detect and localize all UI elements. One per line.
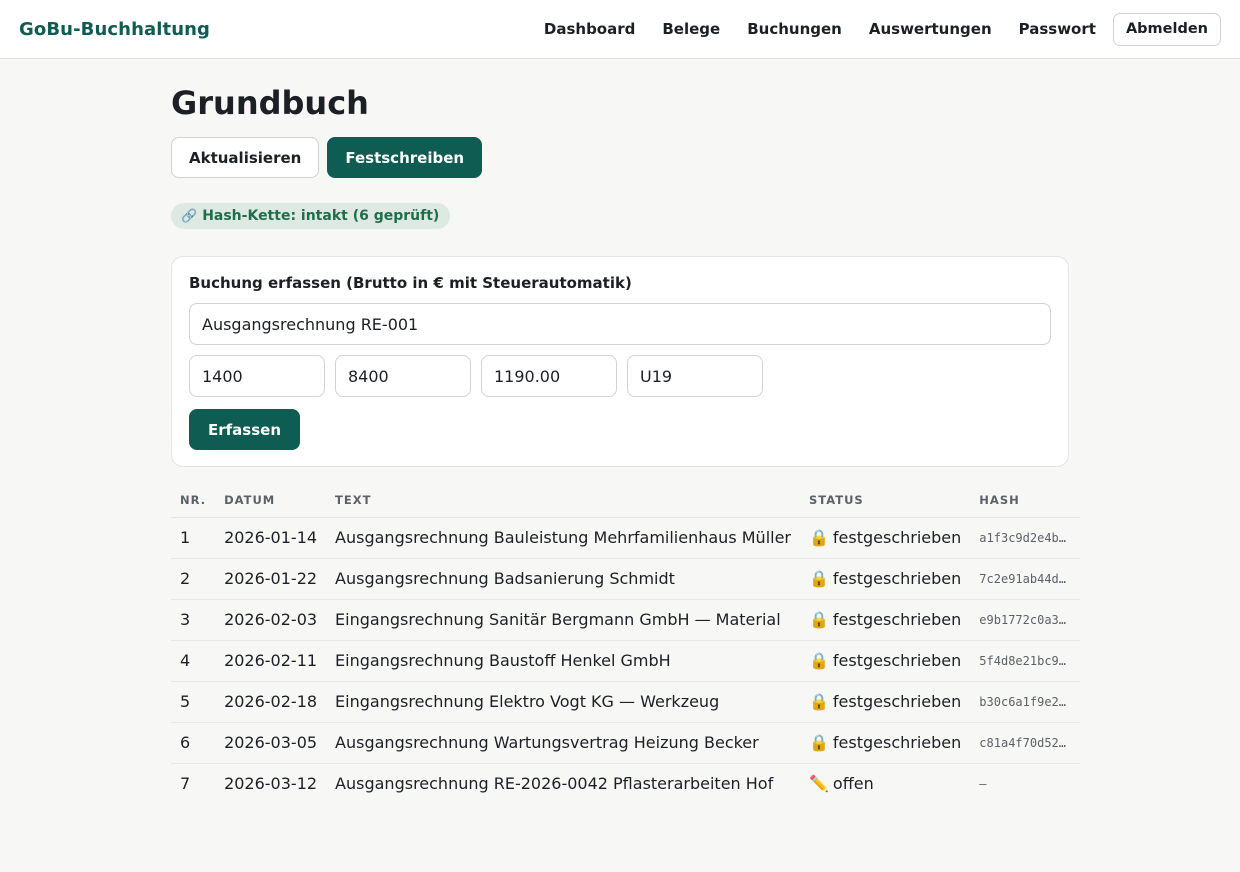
row-date: 2026-01-22 [215,558,327,600]
column-header-text: TEXT [326,484,800,518]
row-status-label: festgeschrieben [832,610,962,629]
table-header-row: NR. DATUM TEXT STATUS HASH [171,484,1081,518]
booking-form-title: Buchung erfassen (Brutto in € mit Steuer… [189,274,632,292]
column-header-datum: DATUM [215,484,327,518]
column-header-nr: NR. [171,484,216,518]
booking-fields-row [189,355,1051,397]
main-content: Grundbuch Aktualisieren Festschreiben 🔗 … [171,59,1081,804]
nav-auswertungen[interactable]: Auswertungen [869,20,992,38]
lock-icon: 🔒 [809,733,829,752]
row-status-label: festgeschrieben [832,528,962,547]
table-row[interactable]: 6 2026-03-05 Ausgangsrechnung Wartungsve… [171,722,1081,764]
row-status-label: offen [832,774,874,794]
row-nr: 6 [171,722,216,764]
lock-icon: 🔒 [809,651,829,670]
row-nr: 1 [171,517,216,559]
row-text: Eingangsrechnung Baustoff Henkel GmbH [326,640,800,682]
row-text: Ausgangsrechnung Wartungsvertrag Heizung… [326,722,800,764]
row-status-label: festgeschrieben [832,692,962,711]
row-status-label: festgeschrieben [832,733,962,752]
commit-button[interactable]: Festschreiben [327,137,483,178]
row-nr: 3 [171,599,216,641]
row-text: Eingangsrechnung Sanitär Bergmann GmbH —… [326,599,800,641]
row-hash: 5f4d8e21bc97… [970,640,1081,682]
row-hash: c81a4f70d52e… [970,722,1081,764]
row-nr: 2 [171,558,216,600]
lock-icon: 🔒 [809,528,829,547]
row-status: 🔒 festgeschrieben [800,681,971,723]
credit-account-input[interactable] [335,355,471,397]
refresh-button[interactable]: Aktualisieren [171,137,320,178]
row-nr: 5 [171,681,216,723]
journal-table: NR. DATUM TEXT STATUS HASH 1 2026-01-14 … [171,484,1081,804]
row-status: ✏️ offen [800,763,970,804]
booking-form-card: Buchung erfassen (Brutto in € mit Steuer… [171,256,1069,467]
pencil-icon: ✏️ [809,774,829,794]
row-status: 🔒 festgeschrieben [800,517,971,559]
tax-key-input[interactable] [627,355,763,397]
lock-icon: 🔒 [809,569,829,588]
submit-booking-button[interactable]: Erfassen [189,409,301,450]
nav-passwort[interactable]: Passwort [1019,20,1096,38]
row-date: 2026-02-11 [215,640,327,682]
row-text: Ausgangsrechnung RE-2026-0042 Pflasterar… [335,774,774,794]
page-title: Grundbuch [171,84,369,122]
row-hash: e9b1772c0a3d… [970,599,1081,641]
link-icon: 🔗 [181,208,198,224]
row-status-label: festgeschrieben [832,651,962,670]
row-status: 🔒 festgeschrieben [800,558,971,600]
lock-icon: 🔒 [809,692,829,711]
debit-account-input[interactable] [189,355,325,397]
main-nav: Dashboard Belege Buchungen Auswertungen … [544,12,1221,46]
table-row[interactable]: 5 2026-02-18 Eingangsrechnung Elektro Vo… [171,681,1081,723]
table-row[interactable]: 1 2026-01-14 Ausgangsrechnung Bauleistun… [171,517,1081,559]
table-row[interactable]: 3 2026-02-03 Eingangsrechnung Sanitär Be… [171,599,1081,641]
logout-button[interactable]: Abmelden [1112,12,1221,46]
table-row[interactable]: 7 2026-03-12 Ausgangsrechnung RE-2026-00… [171,763,1080,804]
row-date: 2026-03-12 [224,774,318,794]
table-row[interactable]: 2 2026-01-22 Ausgangsrechnung Badsanieru… [171,558,1081,600]
top-bar: GoBu-Buchhaltung Dashboard Belege Buchun… [0,0,1240,59]
row-status: 🔒 festgeschrieben [800,722,971,764]
hash-chain-status-text: Hash-Kette: intakt (6 geprüft) [202,208,440,224]
row-date: 2026-02-18 [215,681,327,723]
gross-amount-input[interactable] [481,355,617,397]
brand-logo[interactable]: GoBu-Buchhaltung [19,19,210,40]
row-text: Ausgangsrechnung Bauleistung Mehrfamilie… [326,517,800,559]
nav-belege[interactable]: Belege [662,20,720,38]
page-actions: Aktualisieren Festschreiben [171,137,1069,178]
row-hash: b30c6a1f9e2d… [970,681,1081,723]
row-status: 🔒 festgeschrieben [800,599,971,641]
row-date: 2026-02-03 [215,599,327,641]
nav-dashboard[interactable]: Dashboard [544,20,635,38]
row-text: Eingangsrechnung Elektro Vogt KG — Werkz… [326,681,800,723]
row-status: 🔒 festgeschrieben [800,640,971,682]
row-nr: 7 [180,774,191,794]
row-hash: 7c2e91ab44d0… [970,558,1081,600]
row-date: 2026-03-05 [215,722,327,764]
column-header-status: STATUS [800,484,971,518]
table-row[interactable]: 4 2026-02-11 Eingangsrechnung Baustoff H… [171,640,1081,682]
column-header-hash: HASH [970,484,1081,518]
nav-buchungen[interactable]: Buchungen [747,20,842,38]
row-nr: 4 [171,640,216,682]
hash-chain-status-badge: 🔗 Hash-Kette: intakt (6 geprüft) [171,203,451,229]
row-hash: a1f3c9d2e4b7… [970,517,1081,559]
row-date: 2026-01-14 [215,517,327,559]
booking-text-input[interactable] [189,303,1051,345]
row-text: Ausgangsrechnung Badsanierung Schmidt [326,558,800,600]
lock-icon: 🔒 [809,610,829,629]
row-hash: — [979,776,987,791]
row-status-label: festgeschrieben [832,569,962,588]
